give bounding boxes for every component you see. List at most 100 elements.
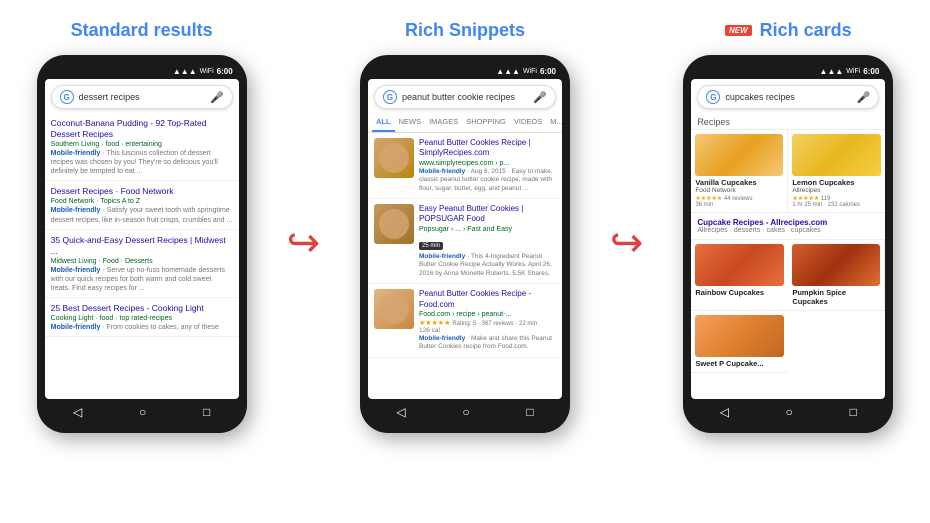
card-lemon[interactable]: Lemon Cupcakes Allrecipes ★★★★★ 119 1 hr… (788, 130, 885, 213)
back-btn-3[interactable]: ◁ (720, 405, 729, 419)
card-meta-lemon: 1 hr 25 min · 232 calories (792, 202, 881, 208)
card-source-allrecipes: Allrecipes · desserts · cakes · cupcakes (697, 227, 879, 234)
recents-btn-1[interactable]: □ (203, 405, 210, 419)
card-allrecipes-wide[interactable]: Cupcake Recipes - Allrecipes.com Allreci… (691, 213, 885, 240)
wifi-icon-2: WiFi (523, 68, 537, 75)
new-badge: NEW (725, 25, 752, 36)
snippet-time-2: 25 min (419, 242, 443, 250)
cards-grid: Vanilla Cupcakes Food Network ★★★★★ 44 r… (691, 130, 885, 373)
snippet-title-2[interactable]: Easy Peanut Butter Cookies | POPSUGAR Fo… (419, 204, 556, 225)
snippet-thumb-2 (374, 204, 414, 244)
signal-icon-3: ▲▲▲ (820, 67, 844, 76)
back-btn-2[interactable]: ◁ (396, 405, 405, 419)
snippet-item-2: Easy Peanut Butter Cookies | POPSUGAR Fo… (368, 199, 562, 284)
result-snippet-4: Mobile-friendly · From cookies to cakes,… (51, 323, 233, 332)
snippet-title-3[interactable]: Peanut Butter Cookies Recipe - Food.com (419, 289, 556, 310)
tab-more[interactable]: M... (546, 113, 562, 132)
home-btn-1[interactable]: ○ (139, 405, 146, 419)
snippet-meta-2: Mobile-friendly · This 4-Ingredient Pean… (419, 253, 556, 278)
arrow-1-container: ↪ (273, 220, 333, 266)
snippets-phone: ▲▲▲ WiFi 6:00 G peanut butter cookie rec… (360, 55, 570, 433)
recents-btn-3[interactable]: □ (850, 405, 857, 419)
snippet-title-1[interactable]: Peanut Butter Cookies Recipe | SimplyRec… (419, 138, 556, 159)
main-container: Standard results ▲▲▲ WiFi 6:00 G dessert… (0, 0, 930, 523)
card-img-sweet (695, 315, 784, 357)
snippets-search-bar[interactable]: G peanut butter cookie recipes 🎤 (374, 85, 556, 109)
result-title-3[interactable]: 35 Quick-and-Easy Dessert Recipes | Midw… (51, 235, 233, 257)
result-source-2: Food Network · Topics A to Z (51, 198, 233, 205)
standard-search-text: dessert recipes (79, 92, 205, 102)
cookie-img-2 (379, 209, 409, 239)
standard-search-bar[interactable]: G dessert recipes 🎤 (51, 85, 233, 109)
snippet-meta-3: Mobile-friendly · Make and share this Pe… (419, 335, 556, 352)
google-logo-3: G (706, 90, 720, 104)
result-item-2: Dessert Recipes · Food Network Food Netw… (45, 181, 239, 229)
mic-icon-3[interactable]: 🎤 (857, 91, 871, 104)
snippet-url-1: www.simplyrecipes.com › p... (419, 160, 556, 167)
card-source-lemon: Allrecipes (792, 187, 881, 194)
tab-all[interactable]: ALL (372, 113, 395, 132)
cards-search-text: cupcakes recipes (725, 92, 851, 102)
card-stars-vanilla: ★★★★★ 44 reviews (695, 195, 783, 202)
card-vanilla[interactable]: Vanilla Cupcakes Food Network ★★★★★ 44 r… (691, 130, 788, 213)
phone-bottom-3: ◁ ○ □ (691, 399, 885, 421)
home-btn-2[interactable]: ○ (462, 405, 469, 419)
result-source-4: Cooking Light · food · top rated-recipes (51, 315, 233, 322)
result-item-3: 35 Quick-and-Easy Dessert Recipes | Midw… (45, 230, 239, 298)
card-rainbow[interactable]: Rainbow Cupcakes (691, 240, 788, 311)
rich-cards-title-row: NEW Rich cards (725, 20, 852, 41)
arrow-2: ↪ (610, 220, 644, 266)
card-img-lemon (792, 134, 881, 176)
result-item-1: Coconut-Banana Pudding - 92 Top-Rated De… (45, 113, 239, 181)
cards-search-bar[interactable]: G cupcakes recipes 🎤 (697, 85, 879, 109)
recents-btn-2[interactable]: □ (526, 405, 533, 419)
snippets-search-text: peanut butter cookie recipes (402, 92, 528, 102)
snippet-item-3: Peanut Butter Cookies Recipe - Food.com … (368, 284, 562, 358)
card-stars-lemon: ★★★★★ 119 (792, 195, 881, 202)
snippet-url-3: Food.com › recipe › peanut-... (419, 311, 556, 318)
mic-icon-1[interactable]: 🎤 (210, 91, 224, 104)
result-title-2[interactable]: Dessert Recipes · Food Network (51, 186, 233, 197)
card-title-allrecipes: Cupcake Recipes - Allrecipes.com (697, 218, 879, 227)
time-display-1: 6:00 (217, 67, 233, 76)
snippet-thumb-1 (374, 138, 414, 178)
tab-shopping[interactable]: SHOPPING (462, 113, 510, 132)
phone-bottom-2: ◁ ○ □ (368, 399, 562, 421)
recipes-label: Recipes (691, 113, 885, 130)
wifi-icon-1: WiFi (200, 68, 214, 75)
card-sweet[interactable]: Sweet P Cupcake... (691, 311, 788, 373)
result-item-4: 25 Best Dessert Recipes - Cooking Light … (45, 298, 239, 337)
back-btn-1[interactable]: ◁ (73, 405, 82, 419)
cards-screen: G cupcakes recipes 🎤 Recipes Vanilla Cup… (691, 79, 885, 399)
card-title-rainbow: Rainbow Cupcakes (695, 288, 784, 297)
wifi-icon-3: WiFi (846, 68, 860, 75)
google-logo-2: G (383, 90, 397, 104)
cookie-img-3 (379, 294, 409, 324)
result-source-3: Midwest Living · Food · Desserts (51, 258, 233, 265)
result-title-4[interactable]: 25 Best Dessert Recipes - Cooking Light (51, 303, 233, 314)
snippet-meta-1: Mobile-friendly · Aug 6, 2015 · Easy to … (419, 168, 556, 193)
result-snippet-2: Mobile-friendly · Satisfy your sweet too… (51, 206, 233, 224)
card-title-lemon: Lemon Cupcakes (792, 178, 881, 187)
tab-videos[interactable]: VIDEOS (510, 113, 546, 132)
snippet-item-1: Peanut Butter Cookies Recipe | SimplyRec… (368, 133, 562, 199)
result-title-1[interactable]: Coconut-Banana Pudding - 92 Top-Rated De… (51, 118, 233, 140)
snippet-content-1: Peanut Butter Cookies Recipe | SimplyRec… (419, 138, 556, 193)
snippet-content-3: Peanut Butter Cookies Recipe - Food.com … (419, 289, 556, 352)
card-pumpkin[interactable]: Pumpkin Spice Cupcakes (788, 240, 885, 311)
time-display-2: 6:00 (540, 67, 556, 76)
card-source-vanilla: Food Network (695, 187, 783, 194)
tab-images[interactable]: IMAGES (425, 113, 462, 132)
card-img-vanilla (695, 134, 783, 176)
mic-icon-2[interactable]: 🎤 (533, 91, 547, 104)
snippet-url-2: Popsugar › ... › Fast and Easy (419, 226, 556, 233)
tab-news[interactable]: NEWS (395, 113, 426, 132)
snippet-content-2: Easy Peanut Butter Cookies | POPSUGAR Fo… (419, 204, 556, 278)
result-source-1: Southern Living · food · entertaining (51, 141, 233, 148)
snippet-stars-3: ★★★★★ Rating: 5 · 367 reviews · 22 min (419, 319, 556, 327)
rich-snippets-column: Rich Snippets ▲▲▲ WiFi 6:00 G peanut but… (333, 20, 596, 433)
phone-notch-3: ▲▲▲ WiFi 6:00 (691, 65, 885, 79)
card-img-rainbow (695, 244, 784, 286)
signal-icon-1: ▲▲▲ (173, 67, 197, 76)
home-btn-3[interactable]: ○ (786, 405, 793, 419)
